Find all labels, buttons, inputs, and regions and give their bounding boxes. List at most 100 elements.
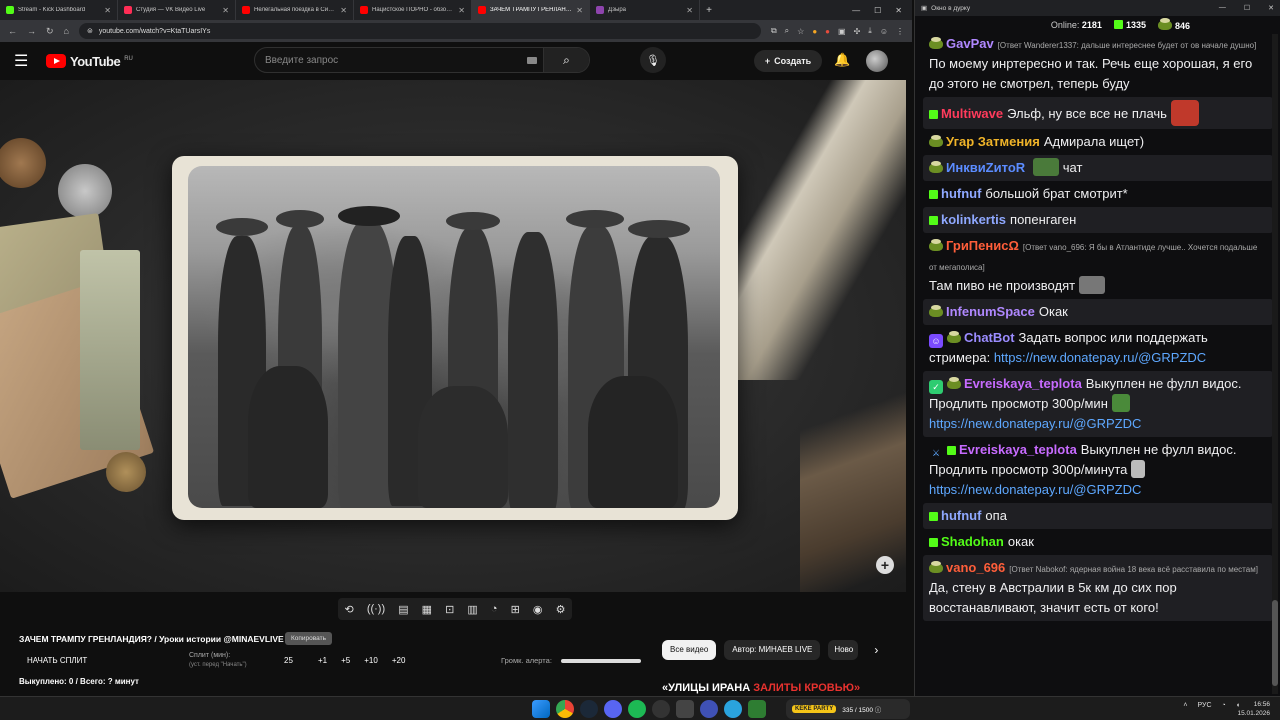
close-icon[interactable]: ✕	[686, 6, 693, 15]
app-icon[interactable]	[676, 700, 694, 718]
chevron-right-icon[interactable]: ›	[874, 643, 878, 657]
chat-username[interactable]: Evreiskaya_teplota	[959, 442, 1077, 457]
settings-gear-icon[interactable]: ⚙	[556, 603, 566, 616]
discord-icon[interactable]	[604, 700, 622, 718]
maximize-button[interactable]: ☐	[874, 6, 881, 15]
close-icon[interactable]: ✕	[458, 6, 465, 15]
alert-volume-slider[interactable]	[561, 659, 641, 663]
youtube-logo[interactable]: YouTube RU	[46, 54, 133, 69]
language-indicator[interactable]: РУС	[1198, 702, 1212, 709]
tab-youtube-syria[interactable]: Нелегальная поездка в Сирию ✕	[236, 0, 354, 20]
pip-icon[interactable]: ⊡	[445, 603, 454, 616]
download-icon[interactable]: ⤓	[868, 26, 872, 36]
speed-icon[interactable]: ◔	[491, 603, 498, 615]
telegram-icon[interactable]	[724, 700, 742, 718]
chat-username[interactable]: ChatBot	[964, 330, 1015, 345]
steam-icon[interactable]	[580, 700, 598, 718]
donate-link[interactable]: https://new.donatepay.ru/@GRPZDC	[994, 350, 1206, 365]
extensions-puzzle-icon[interactable]: ✣	[854, 27, 861, 36]
tab-vk-studio[interactable]: Студия — VK Видео Live ✕	[118, 0, 236, 20]
close-icon[interactable]: ✕	[104, 6, 111, 15]
chat-username[interactable]: ГриПенисΩ	[946, 238, 1019, 253]
avatar[interactable]	[866, 50, 888, 72]
extension-icon[interactable]: ●	[812, 27, 817, 36]
increment-10-button[interactable]: +10	[364, 656, 378, 665]
tab-youtube-greenland[interactable]: ЗАЧЕМ ТРАМПУ ГРЕНЛАНДИЯ ✕	[472, 0, 590, 20]
chat-username[interactable]: Evreiskaya_teplota	[964, 376, 1082, 391]
recommended-video-thumbnail-title[interactable]: «УЛИЦЫ ИРАНА ЗАЛИТЫ КРОВЬЮ»	[662, 682, 860, 694]
chat-username[interactable]: InfenumSpace	[946, 304, 1035, 319]
back-icon[interactable]: ←	[8, 26, 17, 36]
start-split-button[interactable]: НАЧАТЬ СПЛИТ	[27, 656, 87, 665]
bookmark-star-icon[interactable]: ☆	[797, 27, 804, 36]
spotify-icon[interactable]	[628, 700, 646, 718]
zoom-icon[interactable]: ⌕	[785, 26, 789, 36]
home-icon[interactable]: ⌂	[64, 26, 69, 36]
chat-scrollbar[interactable]	[1272, 34, 1278, 694]
increment-1-button[interactable]: +1	[318, 656, 327, 665]
voice-search-button[interactable]: 🎙	[640, 47, 666, 73]
clock[interactable]: 16:56 15.01.2026	[1237, 700, 1270, 718]
chat-username[interactable]: Multiwave	[941, 106, 1003, 121]
chat-username[interactable]: Shadohan	[941, 534, 1004, 549]
chip-all-videos[interactable]: Все видео	[662, 640, 717, 660]
chat-username[interactable]: vano_696	[946, 560, 1005, 575]
chrome-icon[interactable]	[556, 700, 574, 718]
chip-new[interactable]: Ново	[828, 640, 859, 660]
screenshot-icon[interactable]: ◉	[533, 603, 543, 616]
chat-scrollbar-thumb[interactable]	[1272, 600, 1278, 686]
reload-icon[interactable]: ↻	[46, 26, 54, 37]
keke-party-widget[interactable]: KEKE PARTY 335 / 1500 ⓘ	[786, 699, 910, 719]
search-button[interactable]: ⌕	[543, 48, 589, 72]
obs-icon[interactable]	[652, 700, 670, 718]
screen-share-icon[interactable]: ▤	[398, 603, 408, 616]
tab-kick-dashboard[interactable]: Stream - Kick Dashboard ✕	[0, 0, 118, 20]
close-icon[interactable]: ✕	[576, 6, 583, 15]
tray-chevron-icon[interactable]: ˄	[1183, 702, 1187, 709]
increment-20-button[interactable]: +20	[392, 656, 406, 665]
menu-icon[interactable]: ☰	[14, 51, 40, 71]
chat-username[interactable]: hufnuf	[941, 508, 981, 523]
new-tab-button[interactable]: +	[700, 5, 718, 16]
tab-youtube-review[interactable]: Нацистское ПОРНО - обзор ф ✕	[354, 0, 472, 20]
menu-dots-icon[interactable]: ⋮	[896, 27, 904, 36]
terminal-icon[interactable]	[748, 700, 766, 718]
keyboard-icon[interactable]	[527, 57, 537, 64]
split-input[interactable]: 25	[284, 656, 293, 665]
donate-link[interactable]: https://new.donatepay.ru/@GRPZDC	[929, 416, 1141, 431]
copy-button[interactable]: Копировать	[285, 632, 332, 645]
close-window-button[interactable]: ✕	[1268, 4, 1274, 12]
media-player-icon[interactable]	[700, 700, 718, 718]
maximize-button[interactable]: ☐	[1244, 4, 1250, 12]
cast-icon[interactable]: ⧉	[771, 26, 777, 36]
notifications-bell-icon[interactable]: 🔔	[834, 52, 850, 68]
close-icon[interactable]: ✕	[340, 6, 347, 15]
chip-author[interactable]: Автор: МИНАЕВ LIVE	[724, 640, 821, 660]
site-info-icon[interactable]: ⊜	[87, 27, 93, 35]
chat-username[interactable]: kolinkertis	[941, 212, 1006, 227]
url-field[interactable]: ⊜ youtube.com/watch?v=KtaTUarsIYs	[78, 23, 761, 39]
filmstrip-icon[interactable]: ▥	[467, 603, 477, 616]
minimize-button[interactable]: —	[852, 6, 860, 15]
minimize-button[interactable]: —	[1219, 4, 1226, 12]
chat-username[interactable]: ИнквиZитоR	[946, 160, 1025, 175]
tab-dzyra[interactable]: Дзыра ✕	[590, 0, 700, 20]
chat-username[interactable]: Угар Затмения	[946, 134, 1040, 149]
create-button[interactable]: + Создать	[754, 50, 822, 72]
extension-icon[interactable]: ●	[825, 27, 830, 36]
start-icon[interactable]	[532, 700, 550, 718]
close-window-button[interactable]: ✕	[895, 6, 902, 15]
chat-username[interactable]: GavPav	[946, 36, 994, 51]
donate-link[interactable]: https://new.donatepay.ru/@GRPZDC	[929, 482, 1141, 497]
broadcast-icon[interactable]: ((·))	[367, 603, 385, 615]
chat-username[interactable]: hufnuf	[941, 186, 981, 201]
add-button[interactable]: +	[876, 556, 894, 574]
forward-icon[interactable]: →	[27, 26, 36, 36]
video-player[interactable]: +	[0, 80, 906, 592]
wifi-icon[interactable]: ◔	[1222, 702, 1226, 709]
loop-icon[interactable]: ⟲	[345, 603, 354, 616]
profile-icon[interactable]: ☺	[880, 27, 888, 36]
search-input[interactable]: Введите запрос ⌕	[254, 47, 590, 73]
close-icon[interactable]: ✕	[222, 6, 229, 15]
clip-icon[interactable]: ▦	[422, 603, 432, 616]
